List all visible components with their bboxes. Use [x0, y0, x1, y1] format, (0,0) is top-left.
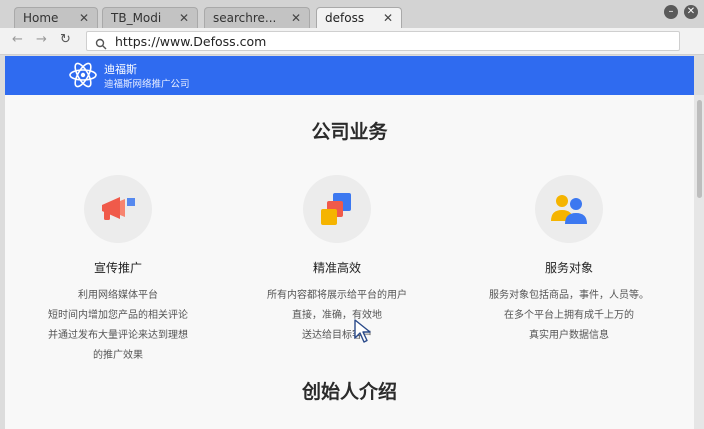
tab-label: TB_Modi [111, 11, 162, 25]
service-title: 宣传推广 [93, 261, 142, 275]
founder-section-title: 创始人介绍 [301, 381, 397, 403]
address-bar[interactable]: https://www.Defoss.com [86, 31, 680, 51]
service-card-promotion: 宣传推广 利用网络媒体平台 短时间内增加您产品的相关评论 并通过发布大量评论来达… [8, 175, 228, 366]
site-header: 迪福斯 迪福斯网络推广公司 [5, 56, 694, 95]
service-desc-line: 的推广效果 [93, 350, 143, 361]
service-desc-line: 服务对象包括商品，事件，人员等。 [489, 290, 649, 301]
service-desc-line: 直接，准确，有效地 [292, 310, 382, 321]
users-icon [551, 195, 587, 224]
service-desc-line: 短时间内增加您产品的相关评论 [48, 310, 188, 321]
reload-icon[interactable]: ↻ [60, 32, 71, 47]
browser-window: Home ✕ TB_Modi ✕ searchre... ✕ defoss ✕ … [0, 0, 704, 429]
service-title: 精准高效 [312, 261, 361, 275]
tab-label: searchre... [213, 11, 277, 25]
service-desc-line: 真实用户数据信息 [529, 330, 609, 341]
tab-label: defoss [325, 11, 365, 25]
icon-circle [303, 175, 371, 243]
service-card-precision: 精准高效 所有内容都将展示给平台的用户 直接，准确，有效地 送达给目标客户 [227, 175, 447, 346]
megaphone-icon [102, 197, 135, 220]
tab-strip: Home ✕ TB_Modi ✕ searchre... ✕ defoss ✕ … [0, 0, 704, 30]
business-section-title: 公司业务 [311, 121, 388, 143]
icon-circle [535, 175, 603, 243]
mouse-cursor-icon [353, 318, 373, 348]
tab-tb-modi[interactable]: TB_Modi ✕ [102, 7, 198, 29]
close-icon[interactable]: ✕ [291, 11, 301, 25]
service-title: 服务对象 [544, 261, 593, 275]
minimize-icon[interactable]: – [664, 5, 678, 19]
back-icon[interactable]: ← [12, 32, 23, 47]
forward-icon[interactable]: → [36, 32, 47, 47]
search-icon [95, 35, 107, 54]
tab-home[interactable]: Home ✕ [14, 7, 98, 29]
window-close-icon[interactable]: ✕ [684, 5, 698, 19]
browser-toolbar: ← → ↻ https://www.Defoss.com [0, 28, 704, 55]
close-icon[interactable]: ✕ [179, 11, 189, 25]
service-card-targets: 服务对象 服务对象包括商品，事件，人员等。 在多个平台上拥有成千上万的 真实用户… [459, 175, 679, 346]
service-desc-line: 利用网络媒体平台 [78, 290, 158, 301]
service-desc-line: 在多个平台上拥有成千上万的 [504, 310, 634, 321]
service-desc-line: 并通过发布大量评论来达到理想 [48, 330, 188, 341]
service-desc-line: 送达给目标客户 [302, 330, 372, 341]
brand-subtitle: 迪福斯网络推广公司 [104, 79, 190, 90]
tab-defoss[interactable]: defoss ✕ [316, 7, 402, 30]
page-content: 公司业务 宣传推广 利用网络媒体平台 短时间内增加您产品的相关评论 并通过发布大… [5, 95, 694, 429]
service-desc-line: 所有内容都将展示给平台的用户 [267, 290, 407, 301]
scrollbar-thumb[interactable] [697, 100, 702, 198]
icon-circle [84, 175, 152, 243]
tab-searchre[interactable]: searchre... ✕ [204, 7, 310, 29]
close-icon[interactable]: ✕ [79, 11, 89, 25]
brand-name[interactable]: 迪福斯 [104, 61, 137, 77]
atom-logo-icon[interactable] [68, 60, 98, 94]
url-text: https://www.Defoss.com [115, 34, 267, 49]
tab-label: Home [23, 11, 59, 25]
close-icon[interactable]: ✕ [383, 11, 393, 25]
layers-icon [321, 193, 351, 225]
